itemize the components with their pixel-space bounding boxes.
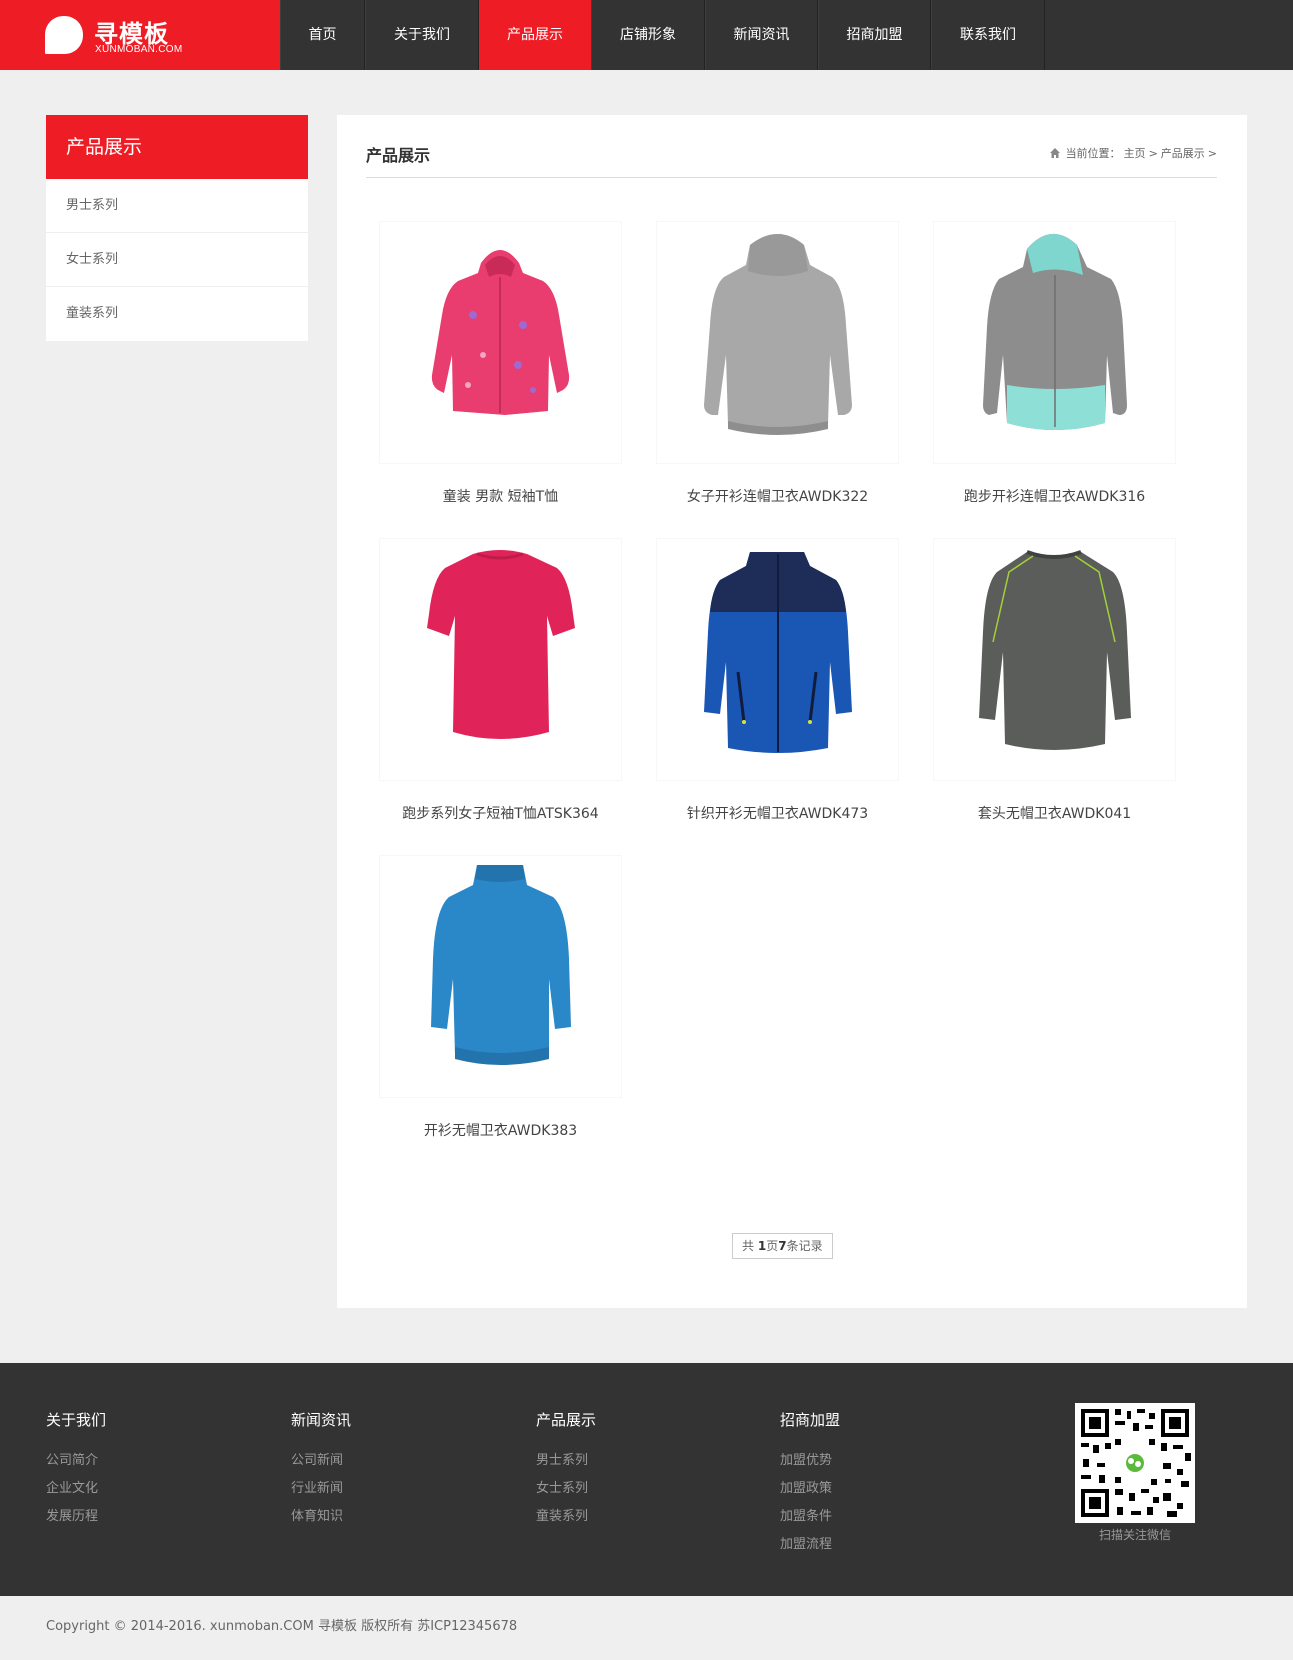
pager-page-count: 1 — [757, 1239, 767, 1253]
logo-subtitle: XUNMOBAN.COM — [95, 44, 183, 55]
footer-link[interactable]: 男士系列 — [536, 1447, 596, 1475]
nav-item-contact[interactable]: 联系我们 — [931, 0, 1045, 70]
main-content: 产品展示 当前位置： 主页 > 产品展示 > 童装 男款 短袖T恤 女子开衫连帽… — [337, 115, 1247, 1308]
product-card[interactable]: 针织开衫无帽卫衣AWDK473 — [650, 532, 920, 823]
breadcrumb: 当前位置： 主页 > 产品展示 > — [1049, 145, 1217, 161]
product-card[interactable]: 女子开衫连帽卫衣AWDK322 — [650, 215, 920, 506]
product-card[interactable]: 套头无帽卫衣AWDK041 — [927, 532, 1197, 823]
footer-link[interactable]: 行业新闻 — [291, 1475, 351, 1503]
sidebar-item-women[interactable]: 女士系列 — [46, 233, 308, 287]
footer-link[interactable]: 公司新闻 — [291, 1447, 351, 1475]
logo-bubble-icon — [45, 16, 83, 54]
grey-hoodie-image — [704, 234, 852, 435]
breadcrumb-current-link[interactable]: 产品展示 — [1161, 145, 1205, 161]
product-name[interactable]: 跑步系列女子短袖T恤ATSK364 — [373, 803, 628, 823]
product-name[interactable]: 针织开衫无帽卫衣AWDK473 — [650, 803, 905, 823]
footer-column-franchise: 招商加盟 加盟优势 加盟政策 加盟条件 加盟流程 — [780, 1409, 840, 1559]
breadcrumb-home-link[interactable]: 主页 — [1124, 145, 1146, 161]
footer-link[interactable]: 童装系列 — [536, 1503, 596, 1531]
copyright-text: Copyright © 2014-2016. xunmoban.COM 寻模板 … — [46, 1619, 518, 1634]
product-name[interactable]: 套头无帽卫衣AWDK041 — [927, 803, 1182, 823]
nav-item-news[interactable]: 新闻资讯 — [705, 0, 818, 70]
page-title: 产品展示 — [366, 146, 431, 165]
breadcrumb-separator: > — [1148, 146, 1158, 160]
site-header: 寻模板 XUNMOBAN.COM 首页 关于我们 产品展示 店铺形象 新闻资讯 … — [0, 0, 1293, 70]
product-image[interactable] — [373, 532, 628, 787]
footer-link[interactable]: 加盟政策 — [780, 1475, 840, 1503]
product-card[interactable]: 童装 男款 短袖T恤 — [373, 215, 643, 506]
footer-link[interactable]: 企业文化 — [46, 1475, 106, 1503]
sidebar-item-men[interactable]: 男士系列 — [46, 179, 308, 233]
nav-item-about[interactable]: 关于我们 — [365, 0, 479, 70]
footer-link[interactable]: 加盟条件 — [780, 1503, 840, 1531]
footer-link[interactable]: 公司简介 — [46, 1447, 106, 1475]
home-icon — [1049, 148, 1060, 158]
pager-record-count: 7 — [778, 1239, 787, 1253]
sidebar: 产品展示 男士系列 女士系列 童装系列 — [46, 115, 308, 341]
product-image[interactable] — [927, 532, 1182, 787]
nav-item-home[interactable]: 首页 — [280, 0, 365, 70]
footer-link[interactable]: 发展历程 — [46, 1503, 106, 1531]
breadcrumb-separator: > — [1207, 146, 1217, 160]
pink-tshirt-image — [427, 550, 575, 739]
footer-link[interactable]: 加盟流程 — [780, 1531, 840, 1559]
footer-link[interactable]: 女士系列 — [536, 1475, 596, 1503]
footer-column-title[interactable]: 新闻资讯 — [291, 1409, 351, 1430]
product-image[interactable] — [650, 215, 905, 470]
sidebar-item-kids[interactable]: 童装系列 — [46, 287, 308, 341]
pink-hoodie-image — [431, 250, 570, 415]
qr-code-icon — [1079, 1407, 1191, 1519]
product-name[interactable]: 跑步开衫连帽卫衣AWDK316 — [927, 486, 1182, 506]
product-image[interactable] — [927, 215, 1182, 470]
product-card[interactable]: 跑步系列女子短袖T恤ATSK364 — [373, 532, 643, 823]
nav-item-stores[interactable]: 店铺形象 — [591, 0, 705, 70]
logo[interactable]: 寻模板 XUNMOBAN.COM — [0, 0, 280, 70]
footer-column-title[interactable]: 招商加盟 — [780, 1409, 840, 1430]
pager-text: 共 — [742, 1239, 755, 1253]
wechat-qr-code — [1075, 1403, 1195, 1523]
site-footer: 关于我们 公司简介 企业文化 发展历程 新闻资讯 公司新闻 行业新闻 体育知识 … — [0, 1363, 1293, 1596]
blue-navy-jacket-image — [704, 552, 852, 753]
sidebar-title: 产品展示 — [46, 115, 308, 179]
qr-caption: 扫描关注微信 — [1098, 1528, 1171, 1542]
product-image[interactable] — [373, 849, 628, 1104]
footer-column-news: 新闻资讯 公司新闻 行业新闻 体育知识 — [291, 1409, 351, 1531]
product-image[interactable] — [650, 532, 905, 787]
footer-column-products: 产品展示 男士系列 女士系列 童装系列 — [536, 1409, 596, 1531]
nav-item-franchise[interactable]: 招商加盟 — [818, 0, 931, 70]
product-name[interactable]: 女子开衫连帽卫衣AWDK322 — [650, 486, 905, 506]
product-card[interactable]: 跑步开衫连帽卫衣AWDK316 — [927, 215, 1197, 506]
footer-link[interactable]: 加盟优势 — [780, 1447, 840, 1475]
product-card[interactable]: 开衫无帽卫衣AWDK383 — [373, 849, 643, 1140]
pager-text: 条记录 — [786, 1239, 823, 1253]
blue-jacket-image — [431, 865, 571, 1065]
content-header: 产品展示 当前位置： 主页 > 产品展示 > — [366, 142, 1217, 178]
product-name[interactable]: 开衫无帽卫衣AWDK383 — [373, 1120, 628, 1140]
nav-item-products[interactable]: 产品展示 — [479, 0, 591, 70]
dark-grey-sweatshirt-image — [979, 550, 1131, 750]
main-nav: 首页 关于我们 产品展示 店铺形象 新闻资讯 招商加盟 联系我们 — [280, 0, 1045, 70]
footer-column-title[interactable]: 产品展示 — [536, 1409, 596, 1430]
footer-link[interactable]: 体育知识 — [291, 1503, 351, 1531]
product-name[interactable]: 童装 男款 短袖T恤 — [373, 486, 628, 506]
breadcrumb-prefix: 当前位置： — [1065, 147, 1121, 160]
grey-teal-hoodie-image — [983, 233, 1127, 430]
footer-column-about: 关于我们 公司简介 企业文化 发展历程 — [46, 1409, 106, 1531]
footer-column-title[interactable]: 关于我们 — [46, 1409, 106, 1430]
product-image[interactable] — [373, 215, 628, 470]
pager-text: 页 — [766, 1239, 779, 1253]
pagination-info: 共 1页7条记录 — [732, 1233, 833, 1259]
